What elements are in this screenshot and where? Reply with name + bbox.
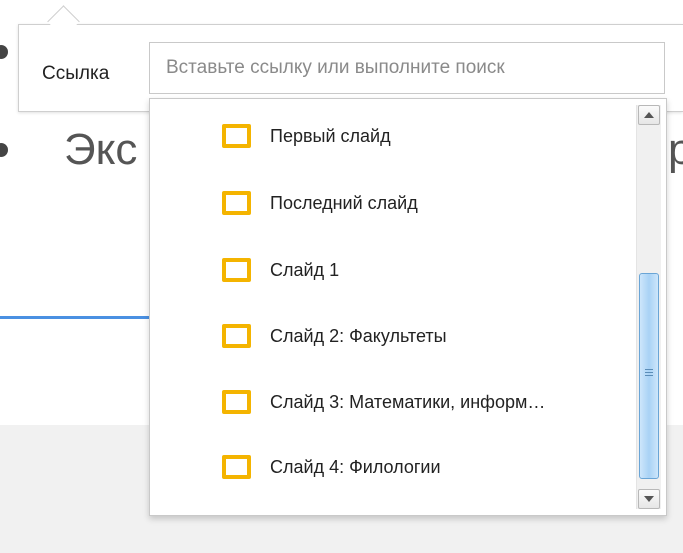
suggestion-label: Последний слайд <box>270 192 418 213</box>
suggestion-label: Первый слайд <box>270 125 391 146</box>
slide-icon <box>222 324 251 348</box>
bullet-icon <box>0 143 8 157</box>
slide-icon <box>222 258 251 282</box>
suggestion-slide-2[interactable]: Слайд 2: Факультеты <box>150 303 634 369</box>
suggestion-label: Слайд 3: Математики, информ… <box>270 391 546 412</box>
suggestion-first-slide[interactable]: Первый слайд <box>150 103 634 169</box>
link-suggestions-dropdown: Первый слайд Последний слайд Слайд 1 Сла… <box>149 98 667 516</box>
slide-divider-line <box>0 316 150 319</box>
slide-icon <box>222 124 251 148</box>
slide-icon <box>222 455 251 479</box>
bullet-icon <box>0 45 8 59</box>
suggestion-slide-3[interactable]: Слайд 3: Математики, информ… <box>150 369 634 435</box>
slide-heading-fragment: Экс <box>64 125 138 174</box>
arrow-up-icon <box>644 112 654 118</box>
suggestion-last-slide[interactable]: Последний слайд <box>150 170 634 236</box>
grip-icon <box>645 369 653 378</box>
suggestion-label: Слайд 4: Филологии <box>270 456 441 477</box>
arrow-down-icon <box>644 496 654 502</box>
slide-icon <box>222 191 251 215</box>
slide-text-fragment: р <box>668 125 683 174</box>
suggestion-slide-1[interactable]: Слайд 1 <box>150 237 634 303</box>
suggestion-label: Слайд 2: Факультеты <box>270 325 447 346</box>
scroll-up-button[interactable] <box>638 105 660 125</box>
suggestion-slide-4[interactable]: Слайд 4: Филологии <box>150 434 634 500</box>
link-search-input[interactable] <box>149 42 665 94</box>
dropdown-scrollbar[interactable] <box>636 105 661 509</box>
link-label: Ссылка <box>42 63 110 84</box>
scroll-down-button[interactable] <box>638 489 660 509</box>
scroll-thumb[interactable] <box>639 273 659 479</box>
suggestion-label: Слайд 1 <box>270 259 340 280</box>
slide-icon <box>222 390 251 414</box>
